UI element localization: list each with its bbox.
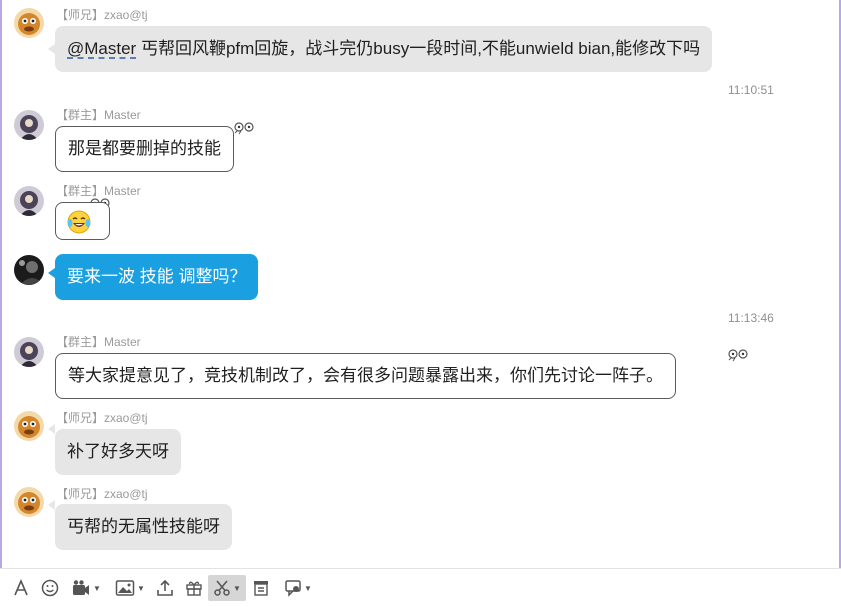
message-bubble[interactable]: 等大家提意见了，竞技机制改了，会有很多问题暴露出来，你们先讨论一阵子。 (55, 353, 676, 399)
scissors-icon[interactable]: ▼ (208, 575, 246, 601)
smiley-icon[interactable] (39, 575, 61, 601)
upload-icon[interactable] (154, 575, 176, 601)
bubble-ornament (728, 349, 748, 362)
avatar[interactable] (14, 110, 44, 140)
bubble-tail (48, 424, 55, 434)
font-icon[interactable] (10, 575, 32, 601)
message-text: 丐帮的无属性技能呀 (67, 517, 220, 536)
avatar[interactable] (14, 487, 44, 517)
timestamp: 11:13:46 (728, 311, 774, 325)
sender-name: 【师兄】zxao@tj (56, 411, 148, 425)
message-bubble[interactable]: 丐帮的无属性技能呀 (55, 504, 232, 550)
message-bubble[interactable]: @Master 丐帮回风鞭pfm回旋，战斗完仍busy一段时间,不能unwiel… (55, 26, 713, 72)
message-text: 补了好多天呀 (67, 442, 169, 461)
avatar[interactable] (14, 411, 44, 441)
window-edge-left (0, 0, 2, 606)
clipboard-icon[interactable] (250, 575, 272, 601)
bubble-tail (48, 44, 55, 54)
avatar[interactable] (14, 255, 44, 285)
sender-name: 【师兄】zxao@tj (56, 487, 148, 501)
message-bubble[interactable] (55, 202, 110, 240)
input-toolbar: ▼ ▼ ▼ ▼ (0, 568, 841, 607)
message-bubble[interactable]: 补了好多天呀 (55, 429, 181, 475)
image-icon[interactable]: ▼ (112, 575, 148, 601)
sender-name: 【群主】Master (56, 335, 141, 349)
avatar[interactable] (14, 186, 44, 216)
bubble-ornament (234, 122, 254, 135)
message-text: 丐帮回风鞭pfm回旋，战斗完仍busy一段时间,不能unwield bian,能… (136, 39, 701, 58)
message-bubble[interactable]: 要来一波 技能 调整吗？ (55, 254, 259, 300)
avatar[interactable] (14, 337, 44, 367)
mention-link[interactable]: @Master (67, 39, 136, 58)
timestamp: 11:10:51 (728, 83, 774, 97)
message-text: 等大家提意见了，竞技机制改了，会有很多问题暴露出来，你们先讨论一阵子。 (68, 366, 663, 385)
message-bubble[interactable]: 那是都要删掉的技能 (55, 126, 234, 172)
sender-name: 【师兄】zxao@tj (56, 8, 148, 22)
video-chat-icon[interactable]: ▼ (68, 575, 104, 601)
avatar[interactable] (14, 8, 44, 38)
sender-name: 【群主】Master (56, 108, 141, 122)
gift-icon[interactable] (183, 575, 205, 601)
laughing-tears-emoji (67, 210, 91, 234)
message-history-icon[interactable]: ▼ (282, 575, 314, 601)
bubble-tail (48, 268, 55, 278)
message-text: 要来一波 技能 调整吗？ (67, 267, 247, 286)
bubble-tail (48, 500, 55, 510)
message-text: 那是都要删掉的技能 (68, 139, 221, 158)
